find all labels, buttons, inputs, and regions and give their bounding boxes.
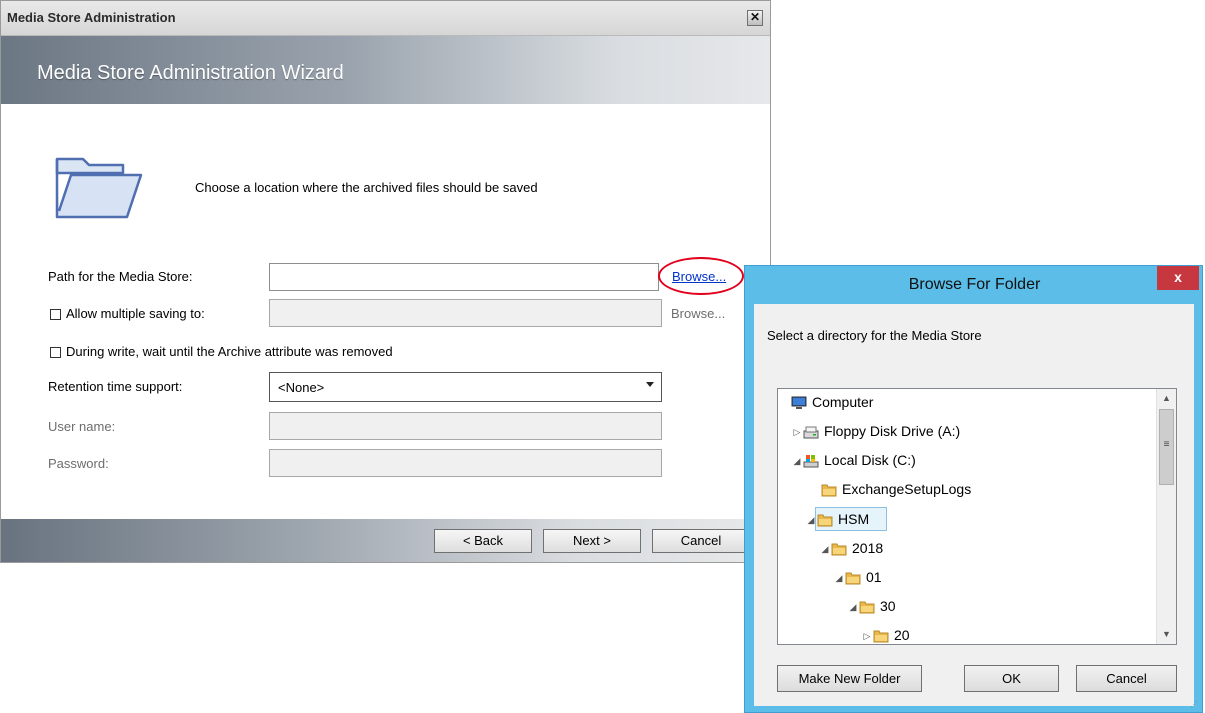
resize-grip-icon[interactable]: ⋰ <box>1190 700 1200 710</box>
tree-item-label: Computer <box>812 394 874 410</box>
tree-item-2018[interactable]: ◢ 2018 <box>819 537 884 560</box>
tree-item-label: 2018 <box>852 540 884 556</box>
wizard-heading: Media Store Administration Wizard <box>37 62 344 84</box>
dialog-cancel-button[interactable]: Cancel <box>1076 665 1177 692</box>
tree-item-label: HSM <box>838 511 870 527</box>
wizard-header-banner: Media Store Administration Wizard <box>1 36 770 104</box>
tree-item-label: 30 <box>880 598 896 614</box>
dialog-close-button[interactable]: x <box>1157 266 1199 290</box>
make-new-folder-button[interactable]: Make New Folder <box>777 665 922 692</box>
collapse-icon[interactable]: ◢ <box>791 450 803 472</box>
tree-item-exchangesetuplogs[interactable]: ExchangeSetupLogs <box>821 478 971 500</box>
tree-item-01[interactable]: ◢ 01 <box>833 566 882 588</box>
checkbox-box[interactable] <box>50 309 61 320</box>
folder-icon <box>53 153 145 224</box>
wizard-close-button[interactable]: ✕ <box>747 10 763 26</box>
collapse-icon[interactable]: ◢ <box>833 567 845 589</box>
dialog-instruction: Select a directory for the Media Store <box>767 328 982 343</box>
wizard-footer: < Back Next > Cancel <box>1 519 770 562</box>
allow-multiple-label: Allow multiple saving to: <box>66 306 205 321</box>
local-disk-icon <box>803 453 819 469</box>
computer-icon <box>791 395 807 411</box>
retention-label: Retention time support: <box>48 379 183 394</box>
password-label: Password: <box>48 456 109 471</box>
archive-attribute-checkbox[interactable]: During write, wait until the Archive att… <box>50 344 393 359</box>
expand-icon[interactable]: ▷ <box>791 421 803 443</box>
wizard-window-title: Media Store Administration <box>7 10 176 25</box>
archive-attribute-label: During write, wait until the Archive att… <box>66 344 393 359</box>
wizard-window: Media Store Administration ✕ Media Store… <box>0 0 771 563</box>
tree-item-label: ExchangeSetupLogs <box>842 481 972 497</box>
folder-icon <box>821 482 837 498</box>
scroll-down-icon[interactable]: ▼ <box>1157 625 1176 643</box>
folder-tree[interactable]: Computer ▷ Floppy Disk Drive (A:) ◢ Local … <box>777 388 1177 645</box>
expand-icon[interactable]: ▷ <box>861 625 873 644</box>
path-label: Path for the Media Store: <box>48 269 193 284</box>
checkbox-box[interactable] <box>50 347 61 358</box>
folder-icon <box>817 512 833 528</box>
tree-item-30[interactable]: ◢ 30 <box>847 595 896 617</box>
multiple-browse-link: Browse... <box>671 306 726 321</box>
retention-value: <None> <box>278 380 325 395</box>
tree-item-20[interactable]: ▷ 20 <box>861 624 910 644</box>
tree-item-local-disk[interactable]: ◢ Local Disk (C:) <box>791 449 916 471</box>
password-input <box>269 449 662 477</box>
folder-icon <box>831 541 847 557</box>
retention-select[interactable]: <None> <box>269 372 662 402</box>
next-button[interactable]: Next > <box>543 529 641 553</box>
tree-item-computer[interactable]: Computer <box>791 391 873 413</box>
collapse-icon[interactable]: ◢ <box>819 538 831 560</box>
username-label: User name: <box>48 419 116 434</box>
allow-multiple-checkbox[interactable]: Allow multiple saving to: <box>50 306 205 321</box>
tree-item-label: Local Disk (C:) <box>824 452 916 468</box>
cancel-button[interactable]: Cancel <box>652 529 750 553</box>
path-input[interactable] <box>269 263 659 291</box>
dialog-title: Browse For Folder <box>908 276 1041 293</box>
username-input <box>269 412 662 440</box>
folder-icon <box>873 628 889 644</box>
tree-item-floppy[interactable]: ▷ Floppy Disk Drive (A:) <box>791 420 961 443</box>
collapse-icon[interactable]: ◢ <box>805 509 817 531</box>
tree-item-label: Floppy Disk Drive (A:) <box>824 423 961 439</box>
scroll-up-icon[interactable]: ▲ <box>1157 389 1176 407</box>
ok-button[interactable]: OK <box>964 665 1059 692</box>
collapse-icon[interactable]: ◢ <box>847 596 859 618</box>
tree-item-label: 01 <box>866 569 882 585</box>
chevron-down-icon[interactable] <box>646 382 654 387</box>
back-button[interactable]: < Back <box>434 529 532 553</box>
intro-text: Choose a location where the archived fil… <box>195 180 538 195</box>
tree-scrollbar[interactable]: ▲ ≡ ▼ <box>1156 389 1176 644</box>
tree-item-label: 20 <box>894 627 910 643</box>
annotation-circle <box>658 257 744 295</box>
folder-icon <box>845 570 861 586</box>
multiple-saving-input <box>269 299 662 327</box>
browse-for-folder-dialog: Browse For Folder x Select a directory f… <box>744 265 1203 713</box>
floppy-drive-icon <box>803 424 819 440</box>
folder-icon <box>859 599 875 615</box>
tree-item-hsm[interactable]: ◢ HSM <box>805 508 870 531</box>
scroll-thumb[interactable]: ≡ <box>1159 409 1174 485</box>
wizard-titlebar: Media Store Administration ✕ <box>1 1 770 36</box>
